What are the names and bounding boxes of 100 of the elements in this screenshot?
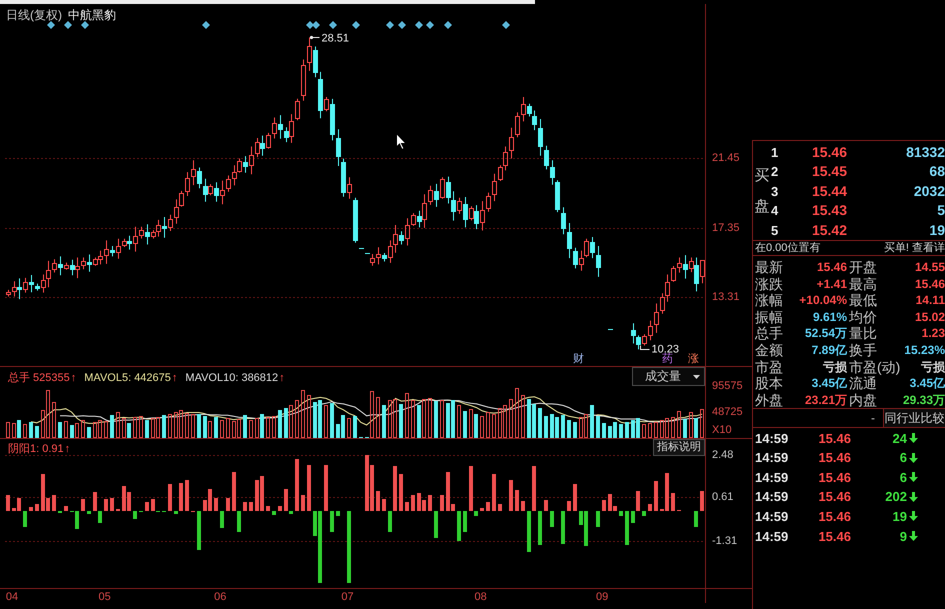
rank-label: 3 — [771, 182, 780, 201]
diamond-marker-icon[interactable] — [329, 21, 337, 29]
trade-volume: 6 — [898, 470, 907, 485]
stat-label: 市盈(动) — [848, 358, 900, 376]
stat-label: 外盘 — [755, 392, 784, 408]
stat-label: 最低 — [848, 292, 878, 309]
stat-label: 涨跌 — [755, 276, 784, 292]
diamond-marker-icon[interactable] — [202, 21, 210, 29]
bid-price: 15.46 — [810, 143, 847, 162]
diamond-marker-icon[interactable] — [81, 21, 89, 29]
diamond-marker-icon[interactable] — [352, 21, 360, 29]
axis-label: 13.31 — [712, 290, 740, 303]
stat-value: 29.33万 — [902, 392, 945, 408]
diamond-marker-icon[interactable] — [398, 21, 406, 29]
leader-line — [310, 36, 320, 40]
stat-label: 市盈 — [755, 358, 784, 376]
rank-label: 5 — [771, 222, 780, 240]
event-tag: 财 — [573, 353, 584, 365]
price-annotation: 28.51 — [322, 32, 350, 44]
diamond-marker-icon[interactable] — [47, 21, 55, 29]
date-label: 07 — [341, 591, 354, 603]
indicator-dropdown[interactable]: 成交量 — [632, 367, 705, 386]
trade-volume: 19 — [892, 508, 907, 524]
stat-value: 23.21万 — [804, 392, 847, 408]
bid-price: 15.45 — [810, 162, 847, 182]
trade-volume: 9 — [898, 528, 907, 544]
stat-label: 金额 — [755, 342, 784, 359]
trade-volume: 24 — [892, 430, 907, 446]
stat-value: 14.11 — [914, 292, 945, 309]
bid-volume: 68 — [928, 162, 945, 182]
diamond-marker-icon[interactable] — [386, 21, 394, 29]
trade-price: 15.46 — [817, 450, 851, 466]
stat-label: 流通 — [848, 375, 878, 392]
mouse-pointer-icon — [396, 133, 407, 150]
stat-value: 15.02 — [914, 308, 945, 326]
date-label: 04 — [6, 591, 18, 603]
up-arrow-icon: ↑ — [279, 372, 285, 384]
stat-label: 涨幅 — [755, 292, 784, 309]
stat-value: 亏损 — [920, 358, 945, 376]
trade-volume: 202 — [884, 489, 907, 504]
diamond-marker-icon[interactable] — [502, 21, 510, 29]
up-arrow-icon: ↑ — [64, 443, 70, 455]
diamond-marker-icon[interactable] — [312, 21, 320, 29]
bid-price: 15.44 — [810, 182, 847, 201]
stat-value: 7.89亿 — [810, 342, 847, 359]
notice-text: 在0.00位置有 — [755, 240, 820, 255]
trade-time: 14:59 — [754, 430, 790, 446]
diamond-marker-icon[interactable] — [64, 21, 72, 29]
leader-line — [640, 345, 650, 350]
trade-price: 15.46 — [817, 430, 851, 446]
stat-value: 15.46 — [816, 258, 847, 276]
stat-label: 振幅 — [755, 308, 784, 326]
axis-label: 21.45 — [712, 152, 740, 164]
date-label: 06 — [214, 591, 226, 603]
stat-label: 内盘 — [848, 392, 878, 408]
legend-label: 总手 525355 — [8, 372, 70, 384]
stat-label: 最新 — [755, 258, 784, 276]
bid-volume: 81332 — [905, 143, 945, 162]
trade-volume: 6 — [898, 450, 907, 466]
trade-price: 15.46 — [817, 489, 851, 504]
axis-label: -1.31 — [712, 534, 738, 547]
stat-value: 14.55 — [914, 258, 945, 276]
stat-value: 3.45亿 — [908, 375, 945, 392]
diamond-marker-icon[interactable] — [426, 21, 434, 29]
up-arrow-icon: ↑ — [70, 372, 76, 384]
trade-time: 14:59 — [754, 489, 790, 504]
stat-value: 1.23 — [920, 325, 945, 342]
event-tag: 药 — [662, 353, 673, 365]
order-book-side-label: 买盘 — [754, 166, 770, 218]
axis-label: 95575 — [712, 380, 743, 392]
stat-value: +1.41 — [816, 276, 847, 292]
compare-tab[interactable]: 同行业比较 — [883, 409, 945, 428]
stat-value: 亏损 — [822, 358, 847, 376]
diamond-marker-icon[interactable] — [444, 21, 452, 29]
stat-label: 量比 — [848, 325, 878, 342]
axis-unit-label: X10 — [712, 424, 733, 436]
trade-price: 15.46 — [817, 508, 851, 524]
trade-time: 14:59 — [754, 450, 790, 466]
chart-title: 日线(复权) — [6, 8, 62, 22]
indicator-help-button[interactable]: 指标说明 — [653, 439, 705, 456]
trade-time: 14:59 — [754, 470, 790, 485]
stat-value: 9.61% — [812, 308, 847, 326]
axis-label: 17.35 — [712, 222, 740, 234]
stat-label: 开盘 — [848, 258, 878, 276]
stat-value: 15.23% — [903, 342, 945, 359]
diamond-marker-icon[interactable] — [415, 21, 423, 29]
event-tag: 涨 — [688, 353, 699, 365]
bid-price: 15.42 — [810, 220, 847, 240]
collapse-button[interactable]: - — [871, 409, 875, 428]
stock-name: 中航黑豹 — [68, 8, 116, 22]
axis-label: 48725 — [712, 406, 743, 418]
rank-label: 1 — [771, 144, 780, 162]
trade-time: 14:59 — [754, 528, 790, 544]
axis-label: 0.61 — [712, 491, 734, 504]
caret-icon — [693, 374, 700, 378]
detail-link[interactable]: 买单! 查看详 — [884, 240, 945, 255]
stat-value: 52.54万 — [804, 325, 847, 342]
diamond-marker-icon[interactable] — [306, 21, 314, 29]
stat-label: 总手 — [755, 325, 784, 342]
bid-volume: 19 — [928, 220, 945, 240]
